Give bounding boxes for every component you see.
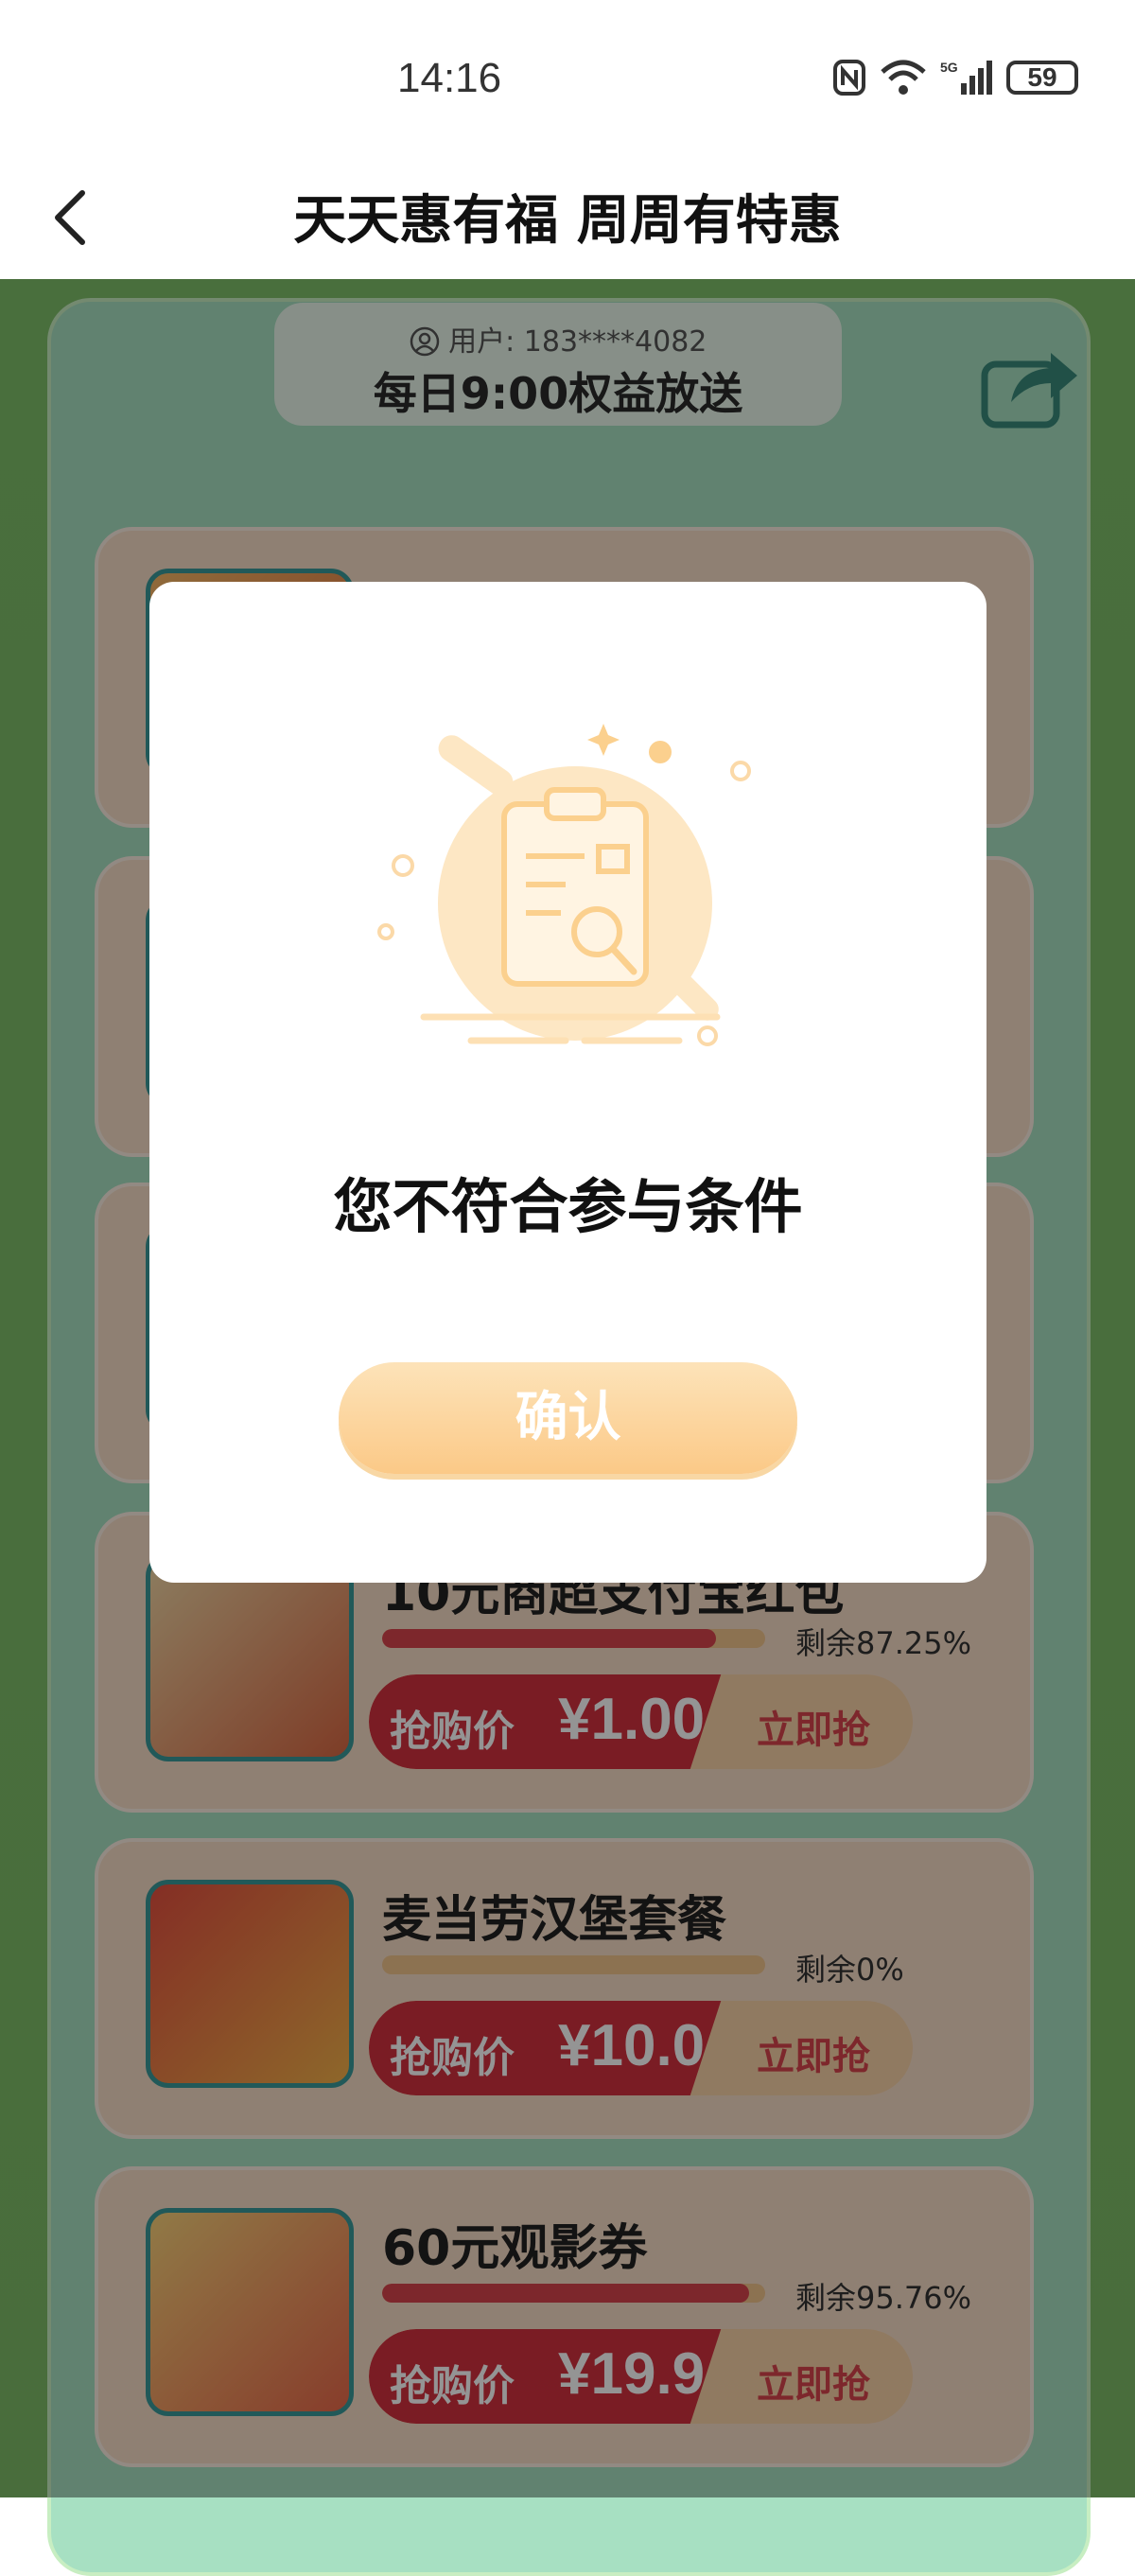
battery-level: 59 — [1027, 62, 1057, 92]
clipboard-search-illustration — [377, 724, 751, 1046]
status-time: 14:16 — [397, 55, 502, 101]
battery-icon: 59 — [1006, 61, 1078, 95]
page-title: 天天惠有福 周周有特惠 — [293, 190, 842, 252]
ineligible-dialog: 您不符合参与条件 确认 — [149, 582, 987, 1583]
status-bar: 14:16 5G 59 — [0, 0, 1135, 161]
status-icons: 5G 59 — [832, 59, 1078, 96]
title-bar: 天天惠有福 周周有特惠 — [0, 161, 1135, 279]
svg-text:5G: 5G — [940, 60, 958, 75]
confirm-button[interactable]: 确认 — [339, 1362, 797, 1474]
nfc-icon — [833, 60, 865, 96]
ineligible-message: 您不符合参与条件 — [333, 1172, 803, 1241]
cellular-signal-icon: 5G — [940, 60, 992, 95]
wifi-icon — [881, 60, 926, 95]
